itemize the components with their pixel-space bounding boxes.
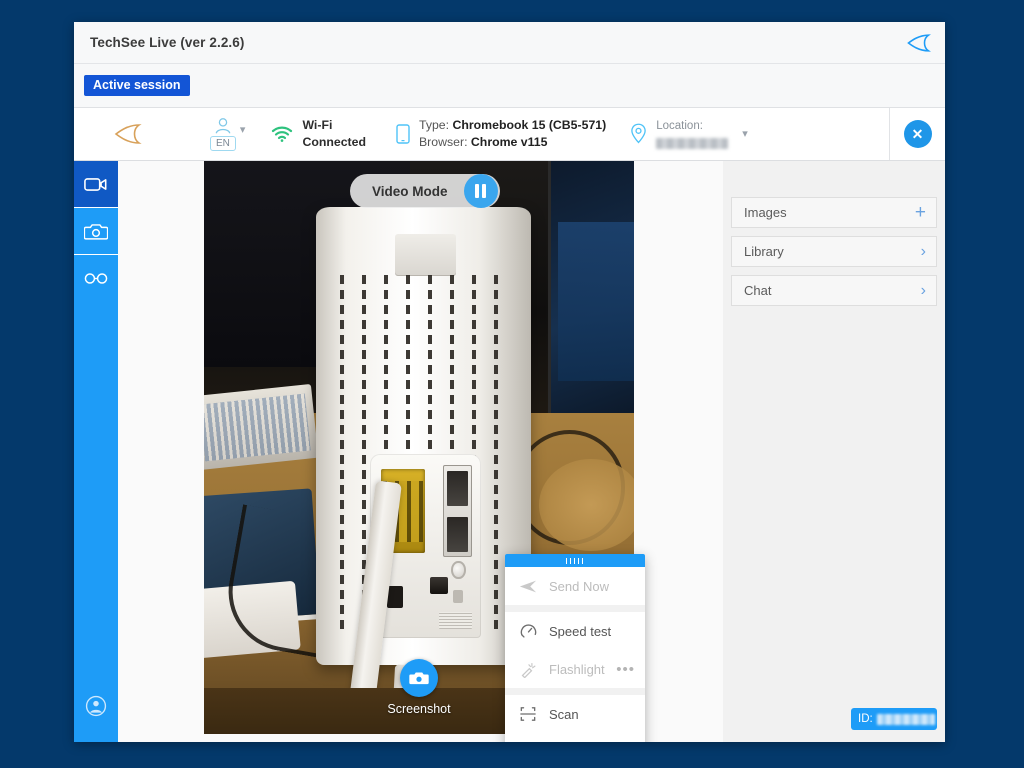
panel-row-library[interactable]: Library › bbox=[731, 236, 937, 267]
status-badge: Active session bbox=[84, 75, 190, 97]
window-titlebar: TechSee Live (ver 2.2.6) bbox=[74, 22, 945, 64]
network-status-label: Connected bbox=[302, 134, 366, 151]
chevron-down-icon[interactable]: ▾ bbox=[240, 123, 246, 136]
more-options-icon[interactable]: ••• bbox=[616, 661, 635, 678]
location-value-redacted bbox=[656, 138, 728, 149]
camera-icon bbox=[84, 222, 108, 241]
session-id-label: ID: bbox=[858, 713, 873, 725]
scene-monitor-right bbox=[548, 161, 634, 436]
device-browser-label: Browser: bbox=[419, 135, 468, 149]
screenshot-label: Screenshot bbox=[387, 702, 450, 716]
map-pin-icon bbox=[630, 123, 647, 144]
router-top-tab bbox=[395, 234, 455, 275]
device-type-row: Type: Chromebook 15 (CB5-571) bbox=[419, 117, 606, 134]
user-avatar-button[interactable] bbox=[74, 684, 118, 728]
panel-row-label: Library bbox=[744, 244, 921, 259]
scan-icon bbox=[517, 706, 539, 722]
scene-desk-object bbox=[539, 459, 634, 551]
video-mode-pill[interactable]: Video Mode bbox=[350, 174, 500, 208]
menu-item-scan[interactable]: Scan bbox=[505, 695, 645, 733]
menu-item-label: Send Now bbox=[549, 579, 609, 594]
device-details: Type: Chromebook 15 (CB5-571) Browser: C… bbox=[396, 117, 606, 150]
camera-icon[interactable] bbox=[400, 659, 438, 697]
chevron-right-icon[interactable]: › bbox=[921, 283, 926, 299]
menu-item-label: Speed test bbox=[549, 624, 611, 639]
video-camera-icon bbox=[84, 176, 108, 193]
flashlight-icon bbox=[517, 661, 539, 678]
drag-handle-icon[interactable] bbox=[505, 554, 645, 567]
router-sticker-label bbox=[439, 612, 473, 629]
wifi-icon bbox=[271, 126, 293, 142]
main-body: Video Mode Screenshot bbox=[74, 161, 945, 742]
device-info-toolbar: EN ▾ Wi-Fi Connected bbox=[74, 108, 945, 161]
language-selector[interactable]: EN ▾ bbox=[210, 117, 245, 151]
router-power-switch bbox=[453, 590, 463, 603]
menu-item-label: Scan bbox=[549, 707, 579, 722]
session-id-value-redacted bbox=[877, 714, 935, 725]
location-label: Location: bbox=[656, 119, 728, 135]
tool-rail-fill bbox=[74, 300, 118, 742]
person-icon bbox=[213, 117, 233, 135]
session-id-badge: ID: bbox=[851, 708, 937, 730]
device-browser-value: Chrome v115 bbox=[471, 135, 548, 149]
pause-icon[interactable] bbox=[464, 174, 498, 208]
network-type-label: Wi-Fi bbox=[302, 117, 366, 134]
location-selector[interactable]: Location: ▾ bbox=[630, 119, 748, 149]
tools-context-menu[interactable]: Send Now Speed test bbox=[505, 554, 645, 742]
plus-icon[interactable]: + bbox=[915, 203, 926, 222]
device-type-label: Type: bbox=[419, 118, 449, 132]
panel-row-images[interactable]: Images + bbox=[731, 197, 937, 228]
menu-item-record[interactable]: Record bbox=[505, 733, 645, 742]
menu-divider bbox=[505, 605, 645, 612]
user-avatar-icon bbox=[85, 695, 107, 717]
menu-divider bbox=[505, 688, 645, 695]
menu-item-flashlight[interactable]: Flashlight ••• bbox=[505, 650, 645, 688]
session-bar: Active session bbox=[74, 64, 945, 108]
menu-item-send-now[interactable]: Send Now bbox=[505, 567, 645, 605]
router-usb-slot bbox=[387, 586, 403, 608]
page-title: TechSee Live (ver 2.2.6) bbox=[90, 35, 244, 50]
techsee-eye-logo-icon bbox=[905, 31, 931, 55]
sidebar-item-ar-glasses-mode[interactable] bbox=[74, 255, 118, 301]
send-icon bbox=[517, 579, 539, 594]
right-side-panel: Images + Library › Chat › ID: bbox=[723, 161, 945, 742]
router-phone-ports bbox=[443, 465, 472, 557]
panel-row-chat[interactable]: Chat › bbox=[731, 275, 937, 306]
scene-keyboard bbox=[204, 384, 319, 471]
router-wps-button bbox=[451, 561, 466, 579]
chevron-down-icon[interactable]: ▾ bbox=[742, 127, 748, 140]
router-reset-slot bbox=[430, 577, 448, 594]
close-session-button[interactable]: ✕ bbox=[889, 108, 945, 160]
video-mode-label: Video Mode bbox=[350, 184, 464, 199]
smart-glasses-icon bbox=[83, 272, 109, 285]
tool-rail bbox=[74, 161, 118, 742]
chevron-right-icon[interactable]: › bbox=[921, 244, 926, 260]
language-code: EN bbox=[210, 136, 236, 151]
location-value-row bbox=[656, 135, 728, 149]
panel-row-label: Images bbox=[744, 205, 915, 220]
menu-item-speed-test[interactable]: Speed test bbox=[505, 612, 645, 650]
speedometer-icon bbox=[517, 623, 539, 640]
mobile-device-icon bbox=[396, 124, 410, 144]
network-status: Wi-Fi Connected bbox=[271, 117, 366, 150]
scene-router-device bbox=[316, 207, 531, 665]
close-circle-icon[interactable]: ✕ bbox=[904, 120, 932, 148]
techsee-eye-logo-icon bbox=[112, 121, 142, 147]
device-browser-row: Browser: Chrome v115 bbox=[419, 134, 606, 151]
sidebar-item-photo-mode[interactable] bbox=[74, 208, 118, 254]
sidebar-item-video-mode[interactable] bbox=[74, 161, 118, 207]
device-type-value: Chromebook 15 (CB5-571) bbox=[452, 118, 606, 132]
screenshot-button[interactable]: Screenshot bbox=[386, 659, 452, 716]
menu-item-label: Flashlight bbox=[549, 662, 605, 677]
techsee-live-window: TechSee Live (ver 2.2.6) Active session bbox=[74, 22, 945, 742]
panel-row-label: Chat bbox=[744, 283, 921, 298]
